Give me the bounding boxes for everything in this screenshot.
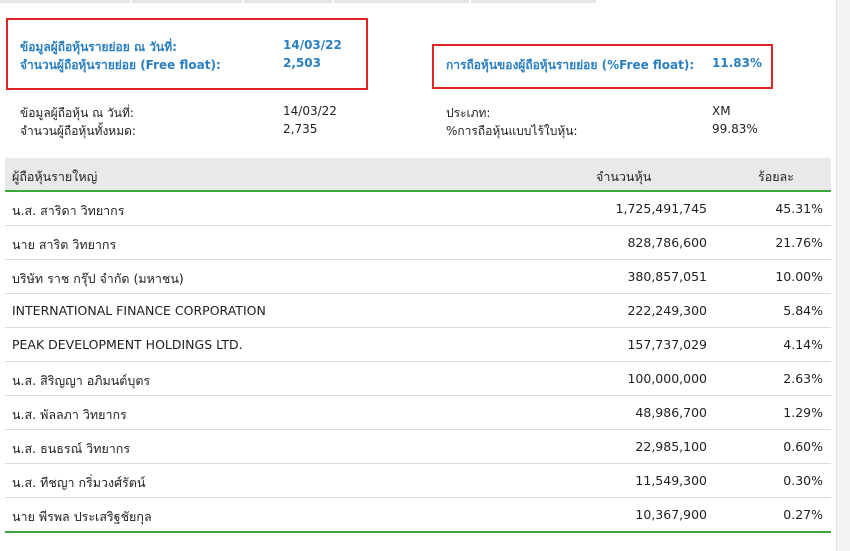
share-percent: 0.30% — [783, 473, 823, 488]
tab-underline — [471, 0, 596, 3]
free-float-pct-value: 11.83% — [712, 56, 762, 70]
header-shares: จำนวนหุ้น — [596, 169, 652, 184]
share-percent: 45.31% — [775, 201, 823, 216]
holder-name: บริษัท ราช กรุ๊ป จำกัด (มหาชน) — [12, 271, 184, 286]
share-count: 222,249,300 — [627, 303, 707, 318]
major-shareholders-table: ผู้ถือหุ้นรายใหญ่ จำนวนหุ้น ร้อยละ น.ส. … — [5, 158, 831, 533]
share-count: 11,549,300 — [635, 473, 707, 488]
share-percent: 0.60% — [783, 439, 823, 454]
table-body: น.ส. สาริดา วิทยากร 1,725,491,745 45.31% นา… — [5, 192, 831, 533]
header-name: ผู้ถือหุ้นรายใหญ่ — [12, 169, 98, 184]
retail-date-value: 14/03/22 — [283, 38, 342, 52]
table-row: น.ส. พัลลภา วิทยากร 48,986,700 1.29% — [5, 396, 831, 430]
table-row: บริษัท ราช กรุ๊ป จำกัด (มหาชน) 380,857,05… — [5, 260, 831, 294]
table-row: นาย สาริต วิทยากร 828,786,600 21.76% — [5, 226, 831, 260]
table-row: น.ส. สิริญญา อภิมนต์บุตร 100,000,000 2.63% — [5, 362, 831, 396]
share-count: 157,737,029 — [627, 337, 707, 352]
top-tab-strip — [0, 0, 850, 4]
type-value: XM — [712, 104, 731, 118]
tab-underline — [334, 0, 469, 3]
scripless-label: %การถือหุ้นแบบไร้ใบหุ้น: — [446, 124, 578, 138]
scripless-value: 99.83% — [712, 122, 758, 136]
share-count: 380,857,051 — [627, 269, 707, 284]
table-row: PEAK DEVELOPMENT HOLDINGS LTD. 157,737,02… — [5, 328, 831, 362]
total-holders-value: 2,735 — [283, 122, 318, 136]
tab-underline — [132, 0, 242, 3]
table-row: INTERNATIONAL FINANCE CORPORATION 222,249… — [5, 294, 831, 328]
share-percent: 1.29% — [783, 405, 823, 420]
holder-name: นาย สาริต วิทยากร — [12, 237, 117, 252]
free-float-pct-label: การถือหุ้นของผู้ถือหุ้นรายย่อย (%Free fl… — [446, 58, 695, 72]
share-percent: 5.84% — [783, 303, 823, 318]
data-date-label: ข้อมูลผู้ถือหุ้น ณ วันที่: — [20, 106, 134, 120]
share-count: 1,725,491,745 — [615, 201, 707, 216]
share-count: 22,985,100 — [635, 439, 707, 454]
holder-name: น.ส. สาริดา วิทยากร — [12, 203, 125, 218]
table-row: น.ส. สาริดา วิทยากร 1,725,491,745 45.31% — [5, 192, 831, 226]
share-percent: 0.27% — [783, 507, 823, 522]
table-row: น.ส. ธนธรณ์ วิทยากร 22,985,100 0.60% — [5, 430, 831, 464]
holder-name: PEAK DEVELOPMENT HOLDINGS LTD. — [12, 337, 243, 352]
retail-date-label: ข้อมูลผู้ถือหุ้นรายย่อย ณ วันที่: — [20, 40, 177, 54]
type-label: ประเภท: — [446, 106, 491, 120]
table-header: ผู้ถือหุ้นรายใหญ่ จำนวนหุ้น ร้อยละ — [5, 158, 831, 192]
holder-name: น.ส. ธนธรณ์ วิทยากร — [12, 441, 131, 456]
vertical-scrollbar[interactable] — [836, 0, 850, 551]
data-date-value: 14/03/22 — [283, 104, 337, 118]
share-count: 48,986,700 — [635, 405, 707, 420]
share-percent: 21.76% — [775, 235, 823, 250]
share-count: 828,786,600 — [627, 235, 707, 250]
share-percent: 10.00% — [775, 269, 823, 284]
holder-name: INTERNATIONAL FINANCE CORPORATION — [12, 303, 266, 318]
holder-name: น.ส. ทีชญา กริ่มวงศ์รัตน์ — [12, 475, 146, 490]
holder-name: นาย พีรพล ประเสริฐชัยกุล — [12, 509, 152, 524]
total-holders-label: จำนวนผู้ถือหุ้นทั้งหมด: — [20, 124, 136, 138]
holder-name: น.ส. สิริญญา อภิมนต์บุตร — [12, 373, 151, 388]
retail-count-value: 2,503 — [283, 56, 321, 70]
share-count: 10,367,900 — [635, 507, 707, 522]
share-percent: 2.63% — [783, 371, 823, 386]
table-row: นาย พีรพล ประเสริฐชัยกุล 10,367,900 0.27% — [5, 498, 831, 533]
header-percent: ร้อยละ — [758, 169, 794, 184]
tab-underline — [244, 0, 332, 3]
share-count: 100,000,000 — [627, 371, 707, 386]
retail-count-label: จำนวนผู้ถือหุ้นรายย่อย (Free float): — [20, 58, 221, 72]
tab-underline — [0, 0, 130, 3]
holder-name: น.ส. พัลลภา วิทยากร — [12, 407, 127, 422]
table-row: น.ส. ทีชญา กริ่มวงศ์รัตน์ 11,549,300 0.30% — [5, 464, 831, 498]
share-percent: 4.14% — [783, 337, 823, 352]
